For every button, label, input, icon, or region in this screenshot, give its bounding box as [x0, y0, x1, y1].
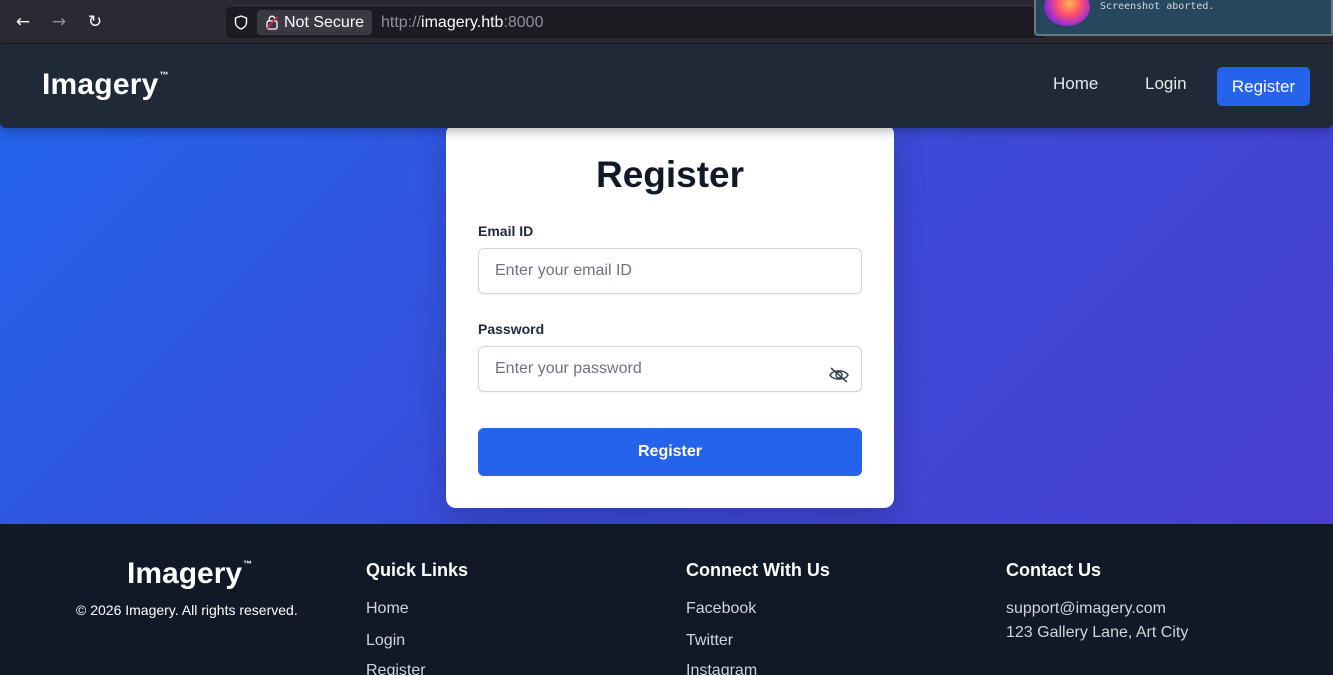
arrow-left-icon[interactable]: ←	[10, 9, 36, 35]
arrow-right-icon[interactable]: →	[46, 9, 72, 35]
nav-home-link[interactable]: Home	[1053, 74, 1098, 94]
footer-link-login[interactable]: Login	[366, 632, 405, 650]
contact-heading: Contact Us	[1006, 560, 1102, 580]
address-bar[interactable]: Not Secure http://imagery.htb:8000	[226, 7, 1046, 38]
brand-logo[interactable]: Imagery™	[42, 68, 169, 102]
register-submit-button[interactable]: Register	[478, 428, 862, 476]
shield-icon[interactable]	[234, 15, 248, 30]
footer-brand: Imagery™	[127, 557, 252, 591]
notification-text: Screenshot aborted.	[1100, 1, 1215, 12]
contact-address: 123 Gallery Lane, Art City	[1006, 624, 1189, 641]
quick-links-heading: Quick Links	[366, 560, 469, 580]
screenshot-notification[interactable]: Screenshot aborted.	[1034, 0, 1333, 36]
footer-link-twitter[interactable]: Twitter	[686, 632, 733, 650]
footer-link-home[interactable]: Home	[366, 600, 409, 618]
insecure-lock-icon	[266, 15, 278, 30]
contact-email: support@imagery.com	[1006, 600, 1166, 617]
brand-name: Imagery	[42, 68, 159, 101]
trademark-mark: ™	[159, 70, 169, 80]
footer-link-facebook[interactable]: Facebook	[686, 600, 756, 618]
url-host: imagery.htb	[421, 14, 504, 31]
connect-heading: Connect With Us	[686, 560, 830, 580]
nav-login-link[interactable]: Login	[1145, 74, 1187, 94]
password-label: Password	[478, 321, 545, 337]
security-label: Not Secure	[284, 14, 365, 31]
url-port: :8000	[503, 14, 544, 31]
copyright-text: © 2026 Imagery. All rights reserved.	[76, 602, 298, 618]
reload-icon[interactable]: ↻	[82, 9, 108, 35]
app-logo-icon	[1044, 0, 1090, 26]
footer-trademark-mark: ™	[243, 559, 253, 569]
site-footer: Imagery™ © 2026 Imagery. All rights rese…	[0, 524, 1333, 675]
security-indicator[interactable]: Not Secure	[257, 10, 373, 35]
eye-slash-icon[interactable]	[828, 366, 850, 384]
page-title: Register	[595, 154, 745, 195]
url-scheme: http://	[381, 14, 422, 31]
footer-link-register[interactable]: Register	[366, 662, 426, 675]
site-header: Imagery™ Home Login Register	[0, 44, 1333, 128]
email-label: Email ID	[478, 223, 534, 239]
register-card: Register Email ID Password Register	[446, 124, 894, 508]
footer-link-instagram[interactable]: Instagram	[686, 662, 757, 675]
url-text[interactable]: http://imagery.htb:8000	[381, 7, 543, 38]
footer-brand-name: Imagery	[127, 557, 243, 590]
email-input[interactable]	[478, 248, 862, 294]
password-input[interactable]	[478, 346, 862, 392]
nav-register-button[interactable]: Register	[1217, 67, 1310, 106]
